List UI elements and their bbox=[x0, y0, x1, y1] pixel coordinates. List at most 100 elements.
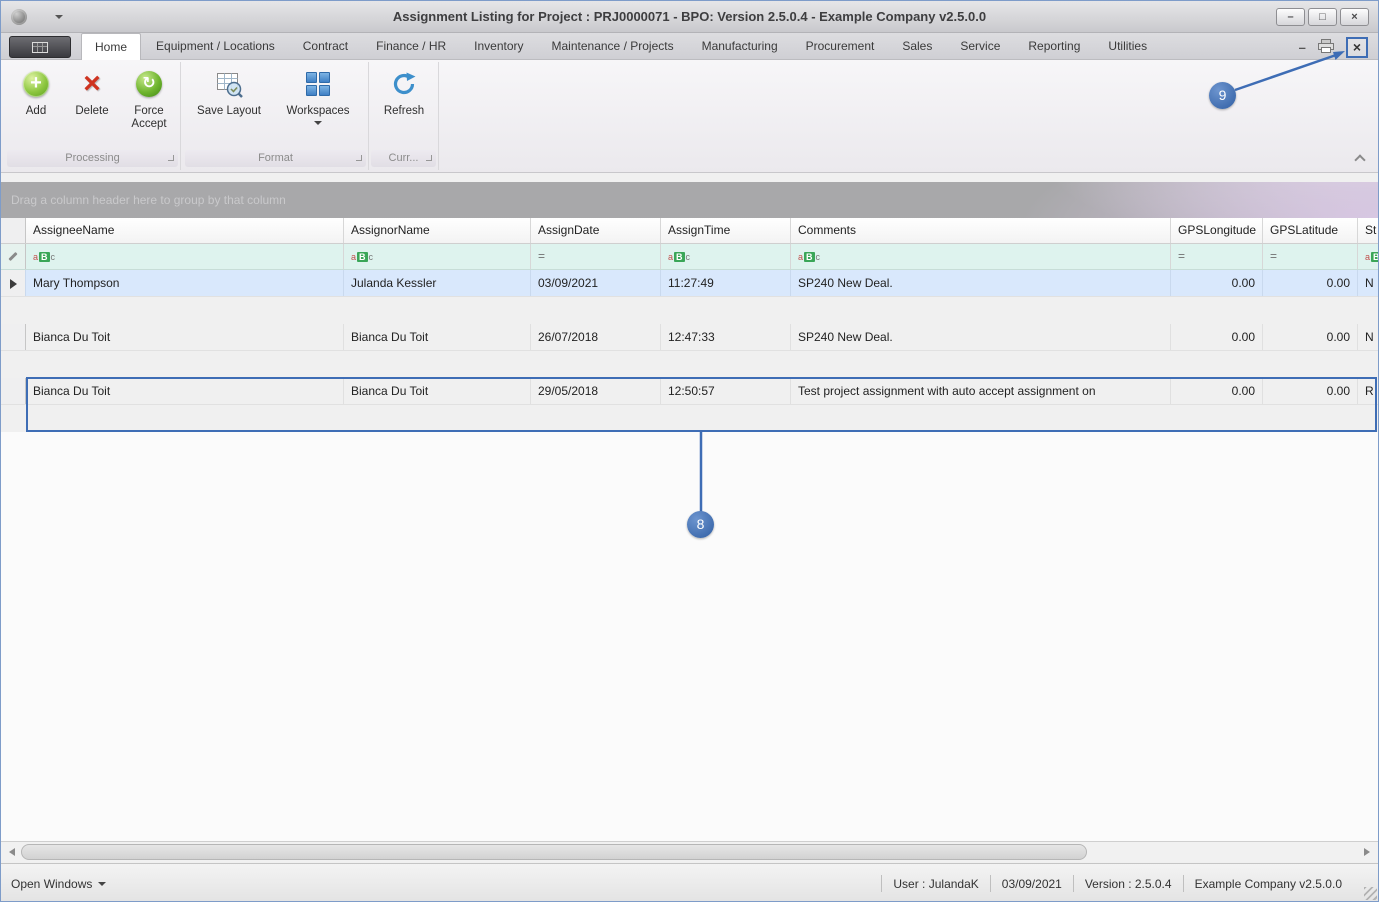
scroll-right-icon[interactable] bbox=[1360, 845, 1374, 859]
cell-date: 29/05/2018 bbox=[531, 378, 661, 404]
cell-gps_longitude: 0.00 bbox=[1171, 378, 1263, 404]
grid-filter-row: aBc aBc = aBc aBc = = aBc bbox=[1, 244, 1378, 270]
document-controls: – × bbox=[1299, 37, 1368, 58]
filter-cell-GPSLatitude[interactable]: = bbox=[1263, 244, 1358, 269]
filter-cell-AssignorName[interactable]: aBc bbox=[344, 244, 531, 269]
filter-cell-St[interactable]: aBc bbox=[1358, 244, 1378, 269]
abc-filter-icon: aBc bbox=[668, 252, 691, 262]
ribbon-tabs: Home Equipment / Locations Contract Finance… bbox=[81, 33, 1162, 60]
filter-cell-Comments[interactable]: aBc bbox=[791, 244, 1171, 269]
tab-finance-hr[interactable]: Finance / HR bbox=[363, 33, 459, 60]
group-label-format: Format bbox=[185, 150, 366, 167]
annotation-callout-8: 8 bbox=[687, 511, 714, 538]
cell-comments: SP240 New Deal. bbox=[791, 270, 1171, 296]
workspaces-dropdown-icon[interactable] bbox=[314, 121, 322, 125]
close-button[interactable]: × bbox=[1340, 8, 1369, 26]
app-menu-icon bbox=[32, 41, 48, 53]
table-row[interactable]: Bianca Du Toit Bianca Du Toit 29/05/2018 12… bbox=[1, 378, 1378, 405]
annotation-callout-9: 9 bbox=[1209, 82, 1236, 109]
status-company: Example Company v2.5.0.0 bbox=[1194, 876, 1342, 891]
force-accept-icon: ↻ bbox=[136, 71, 162, 97]
cell-comments: Test project assignment with auto accept… bbox=[791, 378, 1171, 404]
resize-grip[interactable] bbox=[1364, 887, 1377, 900]
document-minimize-button[interactable]: – bbox=[1299, 39, 1306, 57]
force-accept-button[interactable]: ↻ Force Accept bbox=[121, 66, 177, 131]
tab-maintenance-projects[interactable]: Maintenance / Projects bbox=[539, 33, 687, 60]
row-indicator-cell bbox=[1, 378, 26, 404]
filter-cell-GPSLongitude[interactable]: = bbox=[1171, 244, 1263, 269]
column-header-AssignTime[interactable]: AssignTime bbox=[661, 218, 791, 243]
add-button[interactable]: + Add bbox=[9, 66, 63, 118]
workspaces-icon bbox=[306, 72, 330, 96]
cell-gps_latitude: 0.00 bbox=[1263, 324, 1358, 350]
column-header-St[interactable]: St bbox=[1358, 218, 1378, 243]
column-header-AssignorName[interactable]: AssignorName bbox=[344, 218, 531, 243]
abc-filter-icon: aBc bbox=[1365, 249, 1378, 263]
scrollbar-thumb[interactable] bbox=[21, 844, 1087, 860]
filter-cell-AssigneeName[interactable]: aBc bbox=[26, 244, 344, 269]
status-user: User : JulandaK bbox=[893, 876, 979, 891]
equals-filter-icon: = bbox=[1270, 249, 1278, 263]
tab-equipment-locations[interactable]: Equipment / Locations bbox=[143, 33, 288, 60]
workspaces-button[interactable]: Workspaces bbox=[279, 66, 357, 125]
tab-utilities[interactable]: Utilities bbox=[1095, 33, 1160, 60]
group-label-processing: Processing bbox=[7, 150, 178, 167]
table-row[interactable]: Bianca Du Toit Bianca Du Toit 26/07/2018 12… bbox=[1, 324, 1378, 351]
titlebar: Assignment Listing for Project : PRJ0000… bbox=[1, 1, 1378, 33]
ribbon-group-current: Refresh Curr... bbox=[369, 62, 439, 170]
abc-filter-icon: aBc bbox=[351, 252, 374, 262]
save-layout-button[interactable]: Save Layout bbox=[191, 66, 267, 118]
refresh-button[interactable]: Refresh bbox=[375, 66, 433, 118]
table-row[interactable]: Mary Thompson Julanda Kessler 03/09/2021 11… bbox=[1, 270, 1378, 297]
cell-assignor: Julanda Kessler bbox=[344, 270, 531, 296]
cell-date: 03/09/2021 bbox=[531, 270, 661, 296]
filter-cell-AssignTime[interactable]: aBc bbox=[661, 244, 791, 269]
tab-home[interactable]: Home bbox=[81, 33, 142, 60]
filter-cell-AssignDate[interactable]: = bbox=[531, 244, 661, 269]
ribbon-collapse-icon[interactable] bbox=[1354, 154, 1366, 166]
column-header-GPSLongitude[interactable]: GPSLongitude bbox=[1171, 218, 1263, 243]
tab-service[interactable]: Service bbox=[947, 33, 1013, 60]
minimize-button[interactable]: – bbox=[1276, 8, 1305, 26]
tab-contract[interactable]: Contract bbox=[290, 33, 361, 60]
ribbon-group-format: Save Layout Workspaces Format bbox=[183, 62, 369, 170]
dialog-launcher-icon[interactable] bbox=[168, 155, 174, 161]
tab-reporting[interactable]: Reporting bbox=[1015, 33, 1093, 60]
row-indicator-cell bbox=[1, 270, 26, 296]
maximize-button[interactable]: □ bbox=[1308, 8, 1337, 26]
cell-status: R bbox=[1358, 378, 1378, 404]
horizontal-scrollbar[interactable] bbox=[1, 841, 1378, 862]
status-bar: Open Windows User : JulandaK 03/09/2021 … bbox=[1, 863, 1378, 901]
cell-gps_latitude: 0.00 bbox=[1263, 378, 1358, 404]
cell-date: 26/07/2018 bbox=[531, 324, 661, 350]
ribbon: + Add × Delete ↻ Force Accept Processing bbox=[1, 60, 1378, 173]
tab-procurement[interactable]: Procurement bbox=[793, 33, 888, 60]
grid-empty-area bbox=[1, 432, 1378, 841]
status-info: User : JulandaK 03/09/2021 Version : 2.5… bbox=[870, 875, 1342, 892]
current-row-arrow-icon bbox=[9, 279, 17, 289]
delete-button[interactable]: × Delete bbox=[65, 66, 119, 118]
header-indicator-cell bbox=[1, 218, 26, 243]
open-windows-button[interactable]: Open Windows bbox=[11, 877, 107, 891]
cell-time: 12:50:57 bbox=[661, 378, 791, 404]
tab-inventory[interactable]: Inventory bbox=[461, 33, 536, 60]
cell-assignee: Bianca Du Toit bbox=[26, 378, 344, 404]
scroll-left-icon[interactable] bbox=[5, 845, 19, 859]
tab-sales[interactable]: Sales bbox=[889, 33, 945, 60]
equals-filter-icon: = bbox=[538, 249, 546, 263]
print-icon[interactable] bbox=[1317, 39, 1334, 56]
column-header-AssignDate[interactable]: AssignDate bbox=[531, 218, 661, 243]
tab-manufacturing[interactable]: Manufacturing bbox=[689, 33, 791, 60]
row-indicator-cell bbox=[1, 324, 26, 350]
column-header-Comments[interactable]: Comments bbox=[791, 218, 1171, 243]
group-by-panel[interactable]: Drag a column header here to group by th… bbox=[1, 182, 1378, 218]
window-controls: – □ × bbox=[1276, 8, 1369, 26]
dialog-launcher-icon[interactable] bbox=[356, 155, 362, 161]
column-header-GPSLatitude[interactable]: GPSLatitude bbox=[1263, 218, 1358, 243]
column-header-AssigneeName[interactable]: AssigneeName bbox=[26, 218, 344, 243]
abc-filter-icon: aBc bbox=[798, 252, 821, 262]
document-close-button[interactable]: × bbox=[1345, 37, 1368, 58]
app-menu-button[interactable] bbox=[9, 36, 71, 58]
dialog-launcher-icon[interactable] bbox=[426, 155, 432, 161]
filter-row-indicator bbox=[1, 244, 26, 269]
